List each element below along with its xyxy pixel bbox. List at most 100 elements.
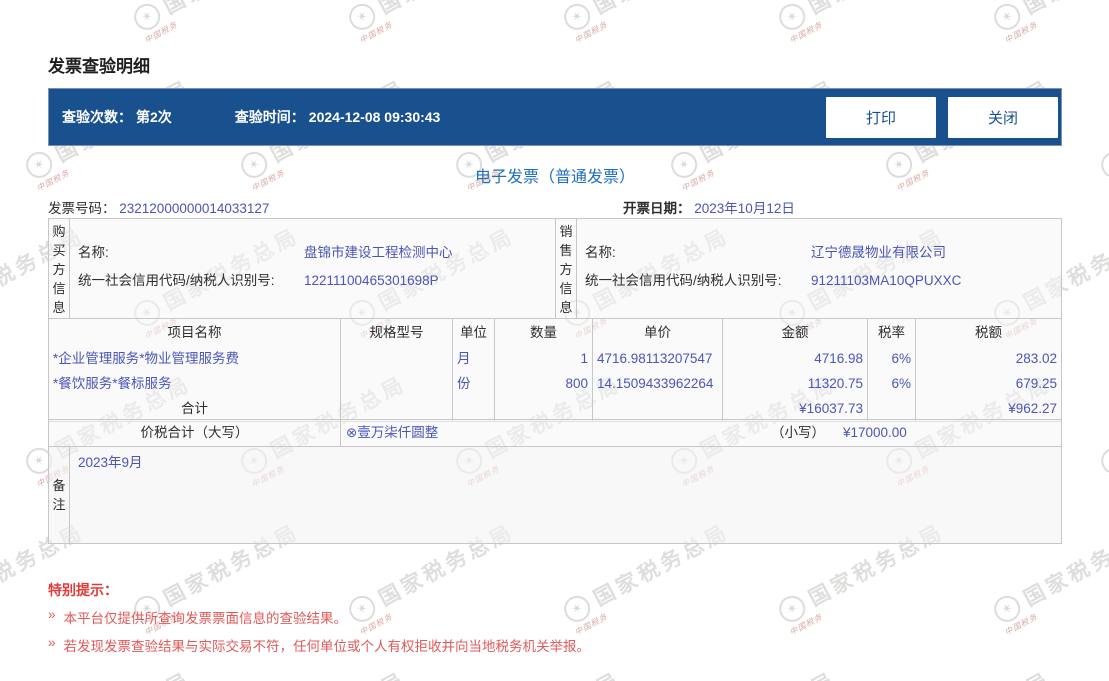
notice-text: 若发现发票查验结果与实际交易不符，任何单位或个人有权拒收并向当地税务机关举报。 — [63, 639, 591, 654]
seller-name-label: 名称: — [585, 245, 616, 260]
watermark-subtext: 中国税务 — [1003, 20, 1040, 46]
watermark-subtext: 中国税务 — [573, 612, 610, 638]
check-time-label: 查验时间： — [234, 109, 305, 125]
tax-bureau-emblem-icon: ✶中国税务 — [1096, 443, 1109, 479]
item-spec — [341, 346, 453, 371]
invoice-number-value: 23212000000014033127 — [119, 201, 270, 216]
watermark-subtext: 中国税务 — [788, 612, 825, 638]
item-unit: 份 — [453, 371, 495, 396]
bullet-icon: » — [48, 607, 56, 622]
remarks-box: 备注 2023年9月 — [48, 446, 1062, 544]
notice-text: 本平台仅提供所查询发票票面信息的查验结果。 — [63, 611, 348, 626]
subtotal-qty-empty — [495, 396, 593, 421]
bullet-icon: » — [48, 635, 56, 650]
item-spec — [341, 371, 453, 396]
watermark-tile: ✶中国税务国家税务总局 — [881, 664, 1057, 681]
watermark-text: 国家税务总局 — [158, 0, 305, 21]
watermark-subtext: 中国税务 — [143, 20, 180, 46]
seller-name-row: 名称: 辽宁德晟物业有限公司 — [585, 239, 1061, 267]
buyer-section: 购买方信息 名称: 盘锦市建设工程检测中心 统一社会信用代码/纳税人识别号: 1… — [49, 219, 555, 318]
seller-section: 销售方信息 名称: 辽宁德晟物业有限公司 统一社会信用代码/纳税人识别号: 91… — [555, 219, 1061, 318]
check-count-value: 第2次 — [136, 109, 172, 125]
watermark-subtext: 中国税务 — [573, 20, 610, 46]
watermark-text: 国家税务总局 — [0, 0, 89, 21]
notice-item: » 本平台仅提供所查询发票票面信息的查验结果。 — [48, 607, 347, 627]
tax-bureau-emblem-icon: ✶中国税务 — [129, 0, 179, 45]
tax-bureau-emblem-icon: ✶中国税务 — [774, 0, 824, 45]
item-price: 4716.98113207547 — [593, 346, 723, 371]
item-amount: 4716.98 — [723, 346, 868, 371]
subtotal-tax: ¥962.27 — [1008, 401, 1057, 416]
item-amount: 11320.75 — [723, 371, 868, 396]
buyer-side-label: 购买方信息 — [49, 219, 70, 318]
col-header-amount: 金额 — [723, 319, 868, 346]
invoice-number-label: 发票号码： — [48, 201, 116, 216]
tax-bureau-emblem-icon: ✶中国税务 — [989, 591, 1039, 637]
watermark-subtext: 中国税务 — [788, 20, 825, 46]
item-taxrate: 6% — [868, 371, 916, 396]
invoice-verification-page: ✶中国税务国家税务总局✶中国税务国家税务总局✶中国税务国家税务总局✶中国税务国家… — [0, 0, 1109, 681]
col-header-name: 项目名称 — [49, 319, 341, 346]
watermark-tile: ✶中国税务国家税务总局 — [451, 664, 627, 681]
watermark-subtext: 中国税务 — [358, 20, 395, 46]
grand-total-in-words: ⊗壹万柒仟圆整 — [346, 425, 439, 440]
tax-bureau-emblem-icon: ✶中国税务 — [559, 0, 609, 45]
item-unit: 月 — [453, 346, 495, 371]
item-name: *餐饮服务*餐标服务 — [49, 371, 341, 396]
subtotal-price-empty — [593, 396, 723, 421]
buyer-name-label: 名称: — [78, 245, 109, 260]
seller-side-label: 销售方信息 — [556, 219, 577, 318]
watermark-tile: ✶中国税务国家税务总局 — [21, 664, 197, 681]
seller-taxid-row: 统一社会信用代码/纳税人识别号: 91211103MA10QPUXXC — [585, 267, 1061, 295]
seller-name-value: 辽宁德晟物业有限公司 — [811, 245, 946, 260]
tax-bureau-emblem-icon: ✶中国税务 — [344, 0, 394, 45]
buyer-taxid-row: 统一社会信用代码/纳税人识别号: 12211100465301698P — [78, 267, 555, 295]
check-count: 查验次数： 第2次 — [62, 107, 172, 127]
print-button[interactable]: 打印 — [826, 96, 936, 138]
buyer-name-row: 名称: 盘锦市建设工程检测中心 — [78, 239, 555, 267]
watermark-text: 国家税务总局 — [50, 664, 197, 681]
subtotal-taxrate-empty — [868, 396, 916, 421]
watermark-text: 国家税务总局 — [373, 0, 520, 21]
toolbar: 查验次数： 第2次 查验时间： 2024-12-08 09:30:43 打印 关… — [48, 88, 1062, 146]
tax-bureau-emblem-icon: ✶中国税务 — [989, 0, 1039, 45]
grand-total-amount: ¥17000.00 — [843, 425, 907, 440]
invoice-date-label: 开票日期： — [623, 201, 691, 216]
remarks-side-label: 备注 — [49, 447, 70, 543]
item-qty: 1 — [495, 346, 593, 371]
item-tax: 679.25 — [1015, 376, 1057, 391]
remarks-content: 2023年9月 — [78, 455, 143, 470]
watermark-tile: ✶中国税务国家税务总局 — [559, 0, 735, 45]
invoice-type-title: 电子发票（普通发票） — [474, 169, 635, 186]
watermark-tile: ✶中国税务国家税务总局 — [344, 0, 520, 45]
watermark-tile: ✶中国税务国家税务总局 — [129, 0, 305, 45]
check-time: 查验时间： 2024-12-08 09:30:43 — [235, 107, 441, 127]
close-button[interactable]: 关闭 — [948, 96, 1058, 138]
invoice-number-row: 发票号码： 23212000000014033127 — [48, 197, 269, 217]
col-header-taxrate: 税率 — [868, 319, 916, 346]
watermark-tile: ✶中国税务国家税务总局 — [236, 664, 412, 681]
grand-total-label: 价税合计（大写） — [49, 420, 341, 446]
watermark-subtext: 中国税务 — [358, 612, 395, 638]
subtotal-label: 合计 — [49, 396, 341, 421]
subtotal-spec-empty — [341, 396, 453, 421]
watermark-subtext: 中国税务 — [1003, 612, 1040, 638]
watermark-text: 国家税务总局 — [480, 664, 627, 681]
watermark-text: 国家税务总局 — [265, 664, 412, 681]
subtotal-unit-empty — [453, 396, 495, 421]
col-header-qty: 数量 — [495, 319, 593, 346]
item-taxrate: 6% — [868, 346, 916, 371]
buyer-taxid-value: 12211100465301698P — [304, 273, 439, 288]
check-time-value: 2024-12-08 09:30:43 — [308, 109, 441, 125]
tax-bureau-emblem-icon: ✶中国税务 — [1096, 147, 1109, 183]
notice-title: 特别提示： — [48, 582, 118, 598]
watermark-text: 国家税务总局 — [910, 664, 1057, 681]
notice-item: » 若发现发票查验结果与实际交易不符，任何单位或个人有权拒收并向当地税务机关举报… — [48, 635, 590, 655]
check-count-label: 查验次数： — [62, 109, 132, 125]
grand-total-row: 价税合计（大写） ⊗壹万柒仟圆整 （小写） ¥17000.00 — [48, 419, 1062, 447]
watermark-text: 国家税务总局 — [803, 0, 950, 21]
col-header-price: 单价 — [593, 319, 723, 346]
tax-bureau-emblem-icon: ✶中国税务 — [344, 591, 394, 637]
item-qty: 800 — [495, 371, 593, 396]
items-table: 项目名称 规格型号 单位 数量 单价 金额 税率 税额 *企业管理服务*物业管理… — [48, 318, 1062, 422]
